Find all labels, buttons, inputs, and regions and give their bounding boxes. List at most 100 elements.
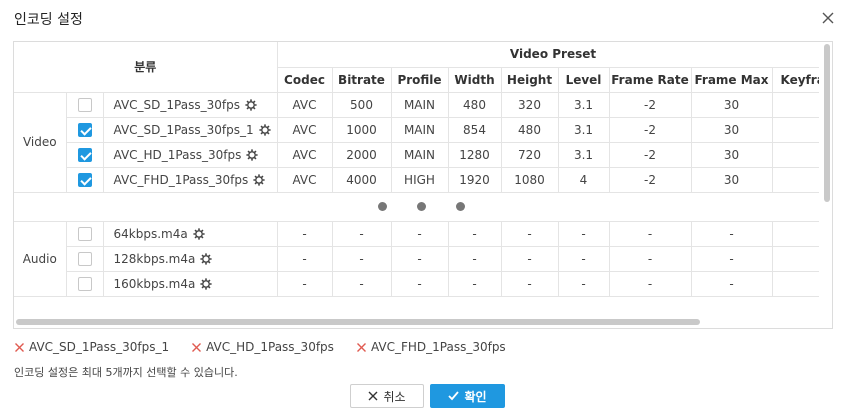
row-checkbox-cell bbox=[65, 91, 104, 118]
remove-icon[interactable] bbox=[356, 342, 367, 353]
table-cell: MAIN bbox=[390, 91, 449, 118]
table-row[interactable]: AVC_HD_1Pass_30fps AVC 2000 MAIN 1280 720 3.1-… bbox=[14, 141, 819, 168]
table-row[interactable]: Video AVC_SD_1Pass_30fps AVC 500 MAIN 480 320 3… bbox=[14, 91, 819, 193]
row-checkbox-cell bbox=[65, 141, 104, 168]
table-cell: -2 bbox=[608, 141, 692, 168]
dialog-titlebar: 인코딩 설정 bbox=[0, 0, 845, 36]
confirm-button[interactable]: 확인 bbox=[430, 384, 505, 408]
vertical-scrollbar[interactable] bbox=[822, 44, 830, 314]
column-header: Bitrate bbox=[331, 66, 392, 93]
preset-name: AVC_SD_1Pass_30fps bbox=[113, 97, 240, 112]
preset-name: 160kbps.m4a bbox=[113, 276, 196, 291]
gear-icon[interactable] bbox=[253, 174, 265, 186]
table-cell: - bbox=[690, 245, 773, 272]
column-header: Level bbox=[557, 66, 610, 93]
table-row[interactable]: AVC_SD_1Pass_30fps_1 AVC 1000 MAIN 854 480 3.1… bbox=[14, 116, 819, 143]
table-cell: - bbox=[390, 245, 449, 272]
gear-icon[interactable] bbox=[245, 99, 257, 111]
table-cell bbox=[771, 91, 819, 118]
preset-name: AVC_SD_1Pass_30fps_1 bbox=[113, 122, 254, 137]
table-cell: - bbox=[390, 270, 449, 297]
gear-icon[interactable] bbox=[200, 253, 212, 265]
row-checkbox-cell bbox=[65, 220, 104, 247]
table-cell: - bbox=[500, 270, 559, 297]
table-row[interactable]: 160kbps.m4a - - - - - - - - bbox=[14, 270, 819, 297]
table-cell: MAIN bbox=[390, 141, 449, 168]
table-row[interactable]: 128kbps.m4a - - - - - - - - bbox=[14, 245, 819, 272]
row-checkbox[interactable] bbox=[77, 276, 92, 291]
row-checkbox[interactable] bbox=[77, 147, 92, 162]
preset-name-cell: AVC_SD_1Pass_30fps bbox=[102, 91, 278, 118]
column-header: Frame Rate bbox=[608, 66, 692, 93]
confirm-button-label: 확인 bbox=[464, 389, 487, 404]
table-cell: - bbox=[500, 220, 559, 247]
row-checkbox-cell bbox=[65, 245, 104, 272]
preset-name-cell: AVC_SD_1Pass_30fps_1 bbox=[102, 116, 278, 143]
encoding-settings-dialog: 인코딩 설정 분류 Video Preset Codec Bitrate Pro… bbox=[0, 0, 845, 417]
loading-indicator bbox=[14, 191, 819, 222]
preset-name: 128kbps.m4a bbox=[113, 251, 196, 266]
gear-icon[interactable] bbox=[193, 228, 205, 240]
table-cell: 854 bbox=[447, 116, 502, 143]
preset-name: 64kbps.m4a bbox=[113, 226, 188, 241]
table-cell: MAIN bbox=[390, 116, 449, 143]
column-header: Width bbox=[447, 66, 502, 93]
row-checkbox-cell bbox=[65, 270, 104, 297]
loading-dot bbox=[456, 201, 466, 211]
table-cell: - bbox=[331, 245, 392, 272]
preset-name-cell: 64kbps.m4a bbox=[102, 220, 278, 247]
remove-icon[interactable] bbox=[14, 342, 25, 353]
table-cell bbox=[771, 270, 819, 297]
column-header: Frame Max bbox=[690, 66, 773, 93]
column-header: Codec bbox=[276, 66, 333, 93]
vertical-scrollbar-thumb[interactable] bbox=[824, 44, 830, 202]
column-header: Profile bbox=[390, 66, 449, 93]
audio-category-label: Audio bbox=[14, 220, 67, 297]
table-cell: - bbox=[331, 220, 392, 247]
gear-icon[interactable] bbox=[258, 124, 271, 136]
selected-preset-chip: AVC_HD_1Pass_30fps bbox=[191, 339, 334, 355]
table-cell: - bbox=[447, 270, 502, 297]
table-cell: - bbox=[557, 220, 610, 247]
table-cell: - bbox=[557, 270, 610, 297]
category-header: 분류 bbox=[14, 42, 278, 93]
gear-icon[interactable] bbox=[200, 278, 212, 290]
table-cell bbox=[771, 116, 819, 143]
table-cell: 3.1 bbox=[557, 91, 610, 118]
selected-preset-chip: AVC_FHD_1Pass_30fps bbox=[356, 339, 506, 355]
table-cell: 30 bbox=[690, 166, 773, 193]
cancel-button-label: 취소 bbox=[383, 389, 406, 404]
table-cell: - bbox=[608, 245, 692, 272]
table-cell: 500 bbox=[331, 91, 392, 118]
close-icon[interactable] bbox=[821, 11, 835, 25]
table-cell: 30 bbox=[690, 91, 773, 118]
table-row[interactable]: AVC_FHD_1Pass_30fps AVC 4000 HIGH 1920 1080 4-… bbox=[14, 166, 819, 193]
table-cell: -2 bbox=[608, 116, 692, 143]
loading-row bbox=[14, 191, 819, 222]
table-cell: - bbox=[500, 245, 559, 272]
table-cell: 1280 bbox=[447, 141, 502, 168]
table-cell bbox=[771, 245, 819, 272]
horizontal-scrollbar-thumb[interactable] bbox=[16, 319, 700, 325]
preset-name-cell: 128kbps.m4a bbox=[102, 245, 278, 272]
row-checkbox[interactable] bbox=[77, 172, 92, 187]
video-section: Video AVC_SD_1Pass_30fps AVC 500 MAIN 480 320 3… bbox=[14, 91, 819, 193]
table-cell: 2000 bbox=[331, 141, 392, 168]
row-checkbox[interactable] bbox=[77, 97, 92, 112]
remove-icon[interactable] bbox=[191, 342, 202, 353]
selected-preset-label: AVC_SD_1Pass_30fps_1 bbox=[29, 340, 170, 354]
table-cell: AVC bbox=[276, 166, 333, 193]
row-checkbox[interactable] bbox=[77, 251, 92, 266]
row-checkbox[interactable] bbox=[77, 122, 92, 137]
table-cell: 1920 bbox=[447, 166, 502, 193]
table-cell: - bbox=[276, 245, 333, 272]
table-row[interactable]: Audio 64kbps.m4a - - - - - - - - bbox=[14, 220, 819, 297]
table-cell bbox=[771, 166, 819, 193]
preset-table: 분류 Video Preset Codec Bitrate Profile Width… bbox=[14, 42, 819, 297]
gear-icon[interactable] bbox=[246, 149, 258, 161]
table-cell: 1000 bbox=[331, 116, 392, 143]
cancel-button[interactable]: 취소 bbox=[350, 384, 424, 408]
row-checkbox[interactable] bbox=[77, 226, 92, 241]
table-cell bbox=[771, 141, 819, 168]
table-cell bbox=[771, 220, 819, 247]
